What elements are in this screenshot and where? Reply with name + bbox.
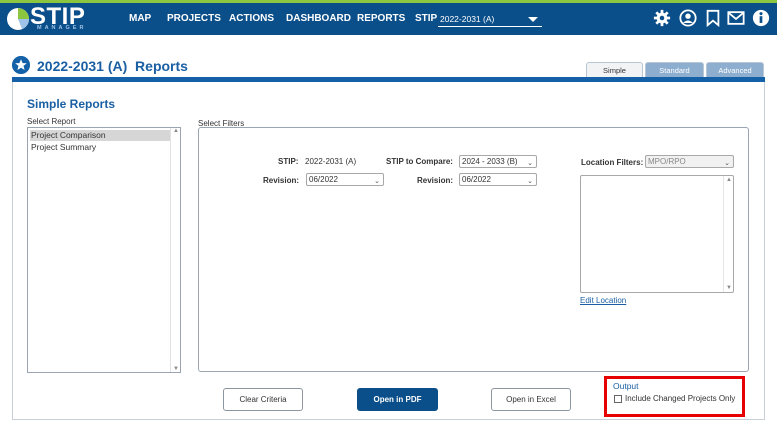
nav-dashboard[interactable]: DASHBOARD (286, 3, 351, 35)
edit-location-link[interactable]: Edit Location (580, 296, 626, 305)
stip-select-value: 2022-2031 (A) (440, 14, 495, 24)
gear-icon[interactable] (653, 9, 671, 27)
user-icon[interactable] (679, 9, 697, 27)
info-icon[interactable] (752, 9, 770, 27)
mail-icon[interactable] (727, 9, 745, 27)
stip-select[interactable]: 2022-2031 (A) (438, 11, 542, 27)
compare-filter-label: STIP to Compare: (386, 157, 453, 166)
select-report-label: Select Report (27, 117, 76, 126)
revision-compare-select[interactable]: 06/2022 ⌄ (459, 173, 537, 186)
stip-filter-label: STIP: (278, 157, 299, 166)
list-item[interactable]: Project Summary (30, 142, 170, 153)
scrollbar[interactable]: ▲ ▼ (170, 128, 180, 372)
revision-compare-select-value: 06/2022 (462, 175, 491, 184)
app-logo[interactable]: STIP MANAGER (6, 3, 92, 32)
nav-stip-label: STIP (415, 13, 438, 24)
location-select-value: MPO/RPO (648, 157, 686, 166)
scrollbar[interactable]: ▲ ▼ (723, 176, 733, 292)
changed-projects-checkbox[interactable] (614, 395, 622, 403)
open-excel-button[interactable]: Open in Excel (491, 388, 571, 411)
open-pdf-button[interactable]: Open in PDF (357, 388, 438, 411)
page-title: 2022-2031 (A) Reports (37, 58, 188, 74)
section-title: Simple Reports (27, 97, 116, 111)
location-listbox[interactable] (580, 175, 734, 293)
clear-criteria-button[interactable]: Clear Criteria (223, 388, 303, 411)
chevron-down-icon: ⌄ (724, 160, 730, 167)
chevron-down-icon: ⌄ (527, 160, 533, 167)
tab-simple[interactable]: Simple (586, 62, 643, 77)
location-select[interactable]: MPO/RPO ⌄ (645, 155, 734, 168)
compare-select-value: 2024 - 2033 (B) (462, 157, 518, 166)
report-listbox[interactable]: Project Comparison Project Summary (27, 127, 181, 373)
stip-filter-value: 2022-2031 (A) (305, 157, 357, 166)
logo-pie-icon (7, 8, 29, 30)
list-item[interactable]: Project Comparison (30, 130, 170, 141)
bookmark-icon[interactable] (704, 9, 722, 27)
scroll-down-icon[interactable]: ▼ (173, 366, 179, 372)
revision-select[interactable]: 06/2022 ⌄ (306, 173, 384, 186)
tab-standard[interactable]: Standard (645, 62, 704, 77)
scroll-up-icon[interactable]: ▲ (173, 128, 179, 134)
nav-map[interactable]: MAP (129, 3, 151, 35)
chevron-down-icon: ⌄ (527, 178, 533, 185)
scroll-up-icon[interactable]: ▲ (726, 177, 732, 183)
compare-select[interactable]: 2024 - 2033 (B) ⌄ (459, 155, 537, 168)
nav-actions[interactable]: ACTIONS (229, 3, 274, 35)
chevron-down-icon (528, 17, 538, 22)
revision-select-value: 06/2022 (309, 175, 338, 184)
changed-projects-label[interactable]: Include Changed Projects Only (625, 394, 735, 403)
revision-compare-label: Revision: (417, 176, 454, 185)
scroll-down-icon[interactable]: ▼ (726, 285, 732, 291)
star-icon (12, 56, 30, 74)
logo-subtext: MANAGER (37, 25, 87, 31)
nav-projects[interactable]: PROJECTS (167, 3, 221, 35)
chevron-down-icon: ⌄ (374, 178, 380, 185)
nav-reports[interactable]: REPORTS (357, 3, 405, 35)
revision-label: Revision: (263, 176, 300, 185)
output-title: Output (613, 381, 639, 391)
tab-advanced[interactable]: Advanced (706, 62, 764, 77)
location-filter-label: Location Filters: (581, 158, 644, 167)
